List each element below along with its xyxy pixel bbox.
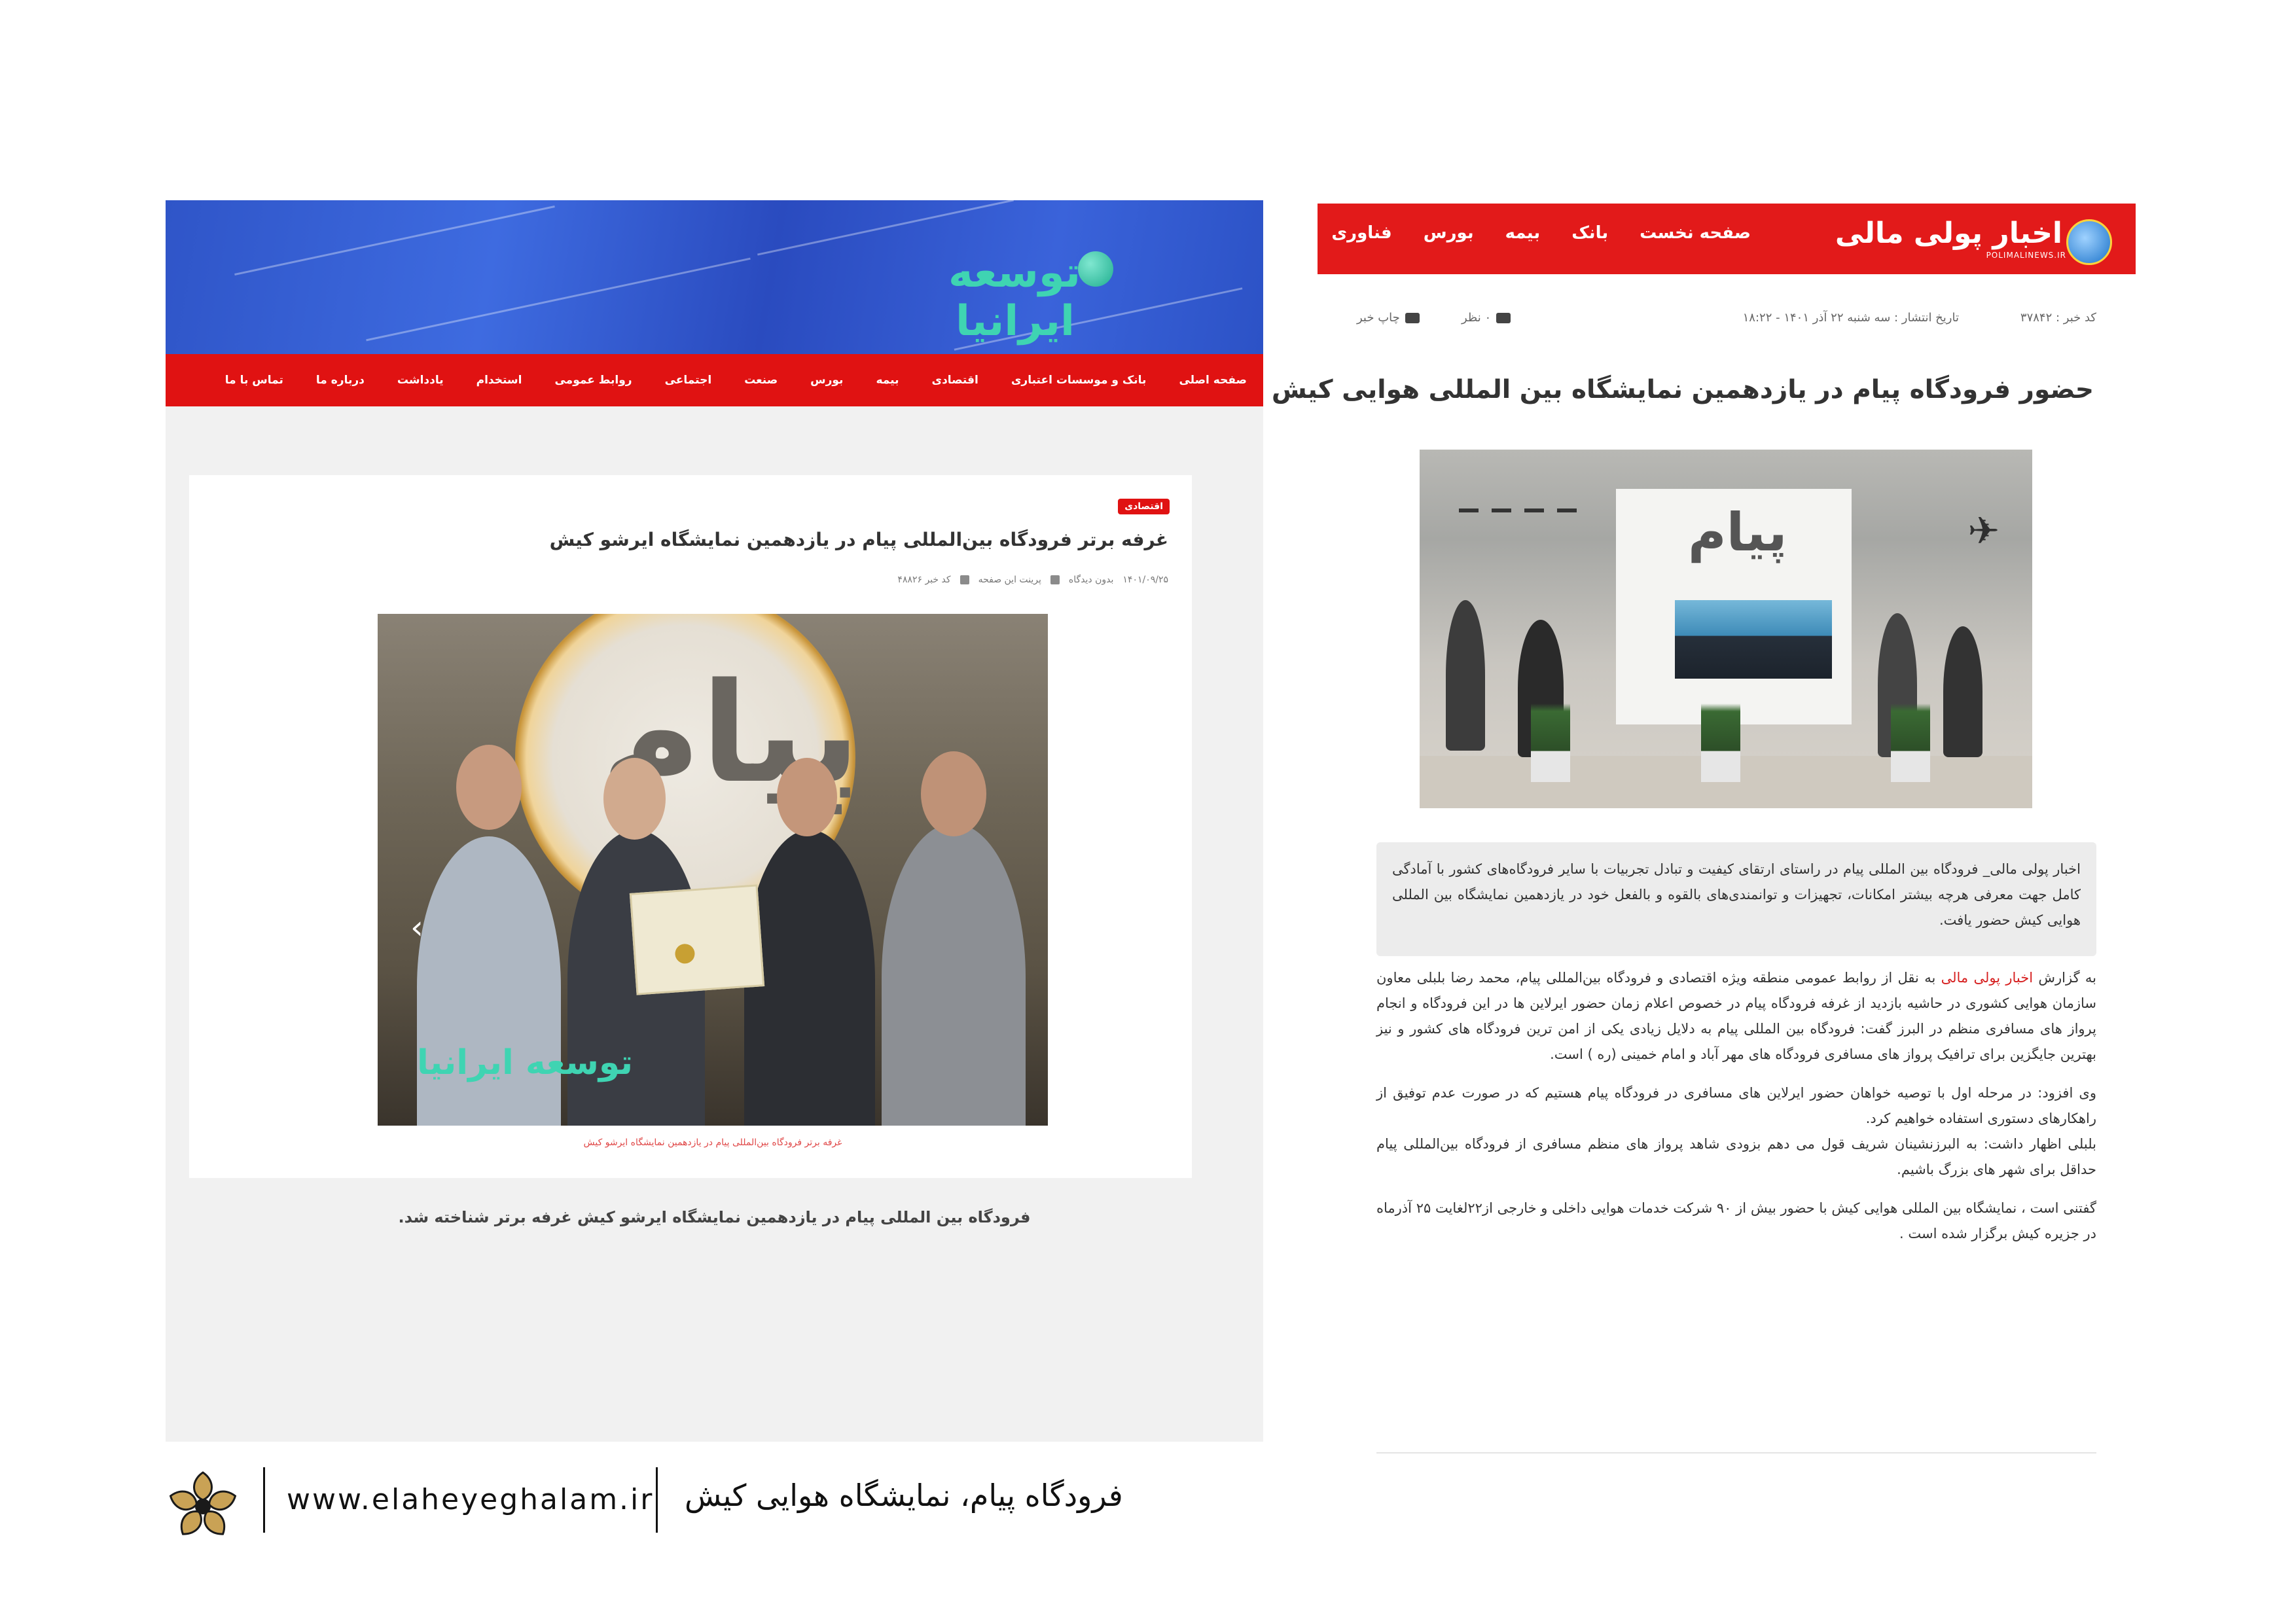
nav-item-home[interactable]: صفحه نخست: [1640, 223, 1751, 243]
gold-seal: [674, 943, 696, 965]
nav-item-technology[interactable]: فناوری: [1331, 223, 1391, 243]
plant-1: [1531, 704, 1570, 782]
nav-item-industry[interactable]: صنعت: [728, 374, 794, 387]
nav-item-social[interactable]: اجتماعی: [649, 374, 728, 387]
booth-structure: پیام: [1616, 489, 1852, 724]
publish-date: ۱۴۰۱/۰۹/۲۵: [1122, 575, 1168, 585]
article-body: به گزارش اخبار پولی مالی به نقل از روابط…: [1376, 965, 2096, 1260]
category-badge[interactable]: اقتصادی: [1118, 499, 1170, 514]
print-label: چاپ خبر: [1357, 311, 1400, 325]
person-1-head: [456, 745, 522, 830]
comments-count[interactable]: بدون دیدگاه: [1069, 575, 1113, 585]
article-meta: کد خبر : ۳۷۸۴۲ تاریخ انتشار : سه شنبه ۲۲…: [1357, 303, 2096, 336]
nav-item-economy[interactable]: اقتصادی: [915, 374, 994, 387]
photo-watermark: توسعه ایرانیا: [417, 1043, 634, 1082]
nav-item-insurance[interactable]: بیمه: [1505, 223, 1541, 243]
article-meta: ۱۴۰۱/۰۹/۲۵ بدون دیدگاه پرینت این صفحه کد…: [897, 575, 1168, 585]
code-icon: [960, 575, 969, 584]
site-logo[interactable]: توسعه ایرانیا: [948, 242, 1120, 346]
site-logo[interactable]: اخبار پولی مالی POLIMALINEWS.IR: [1835, 213, 2112, 265]
logo-text: اخبار پولی مالی: [1835, 217, 2062, 250]
body-text: به گزارش: [2038, 970, 2096, 986]
nav-item-bourse[interactable]: بورس: [1424, 223, 1474, 243]
main-nav: صفحه اصلی بانک و موسسات اعتباری اقتصادی …: [166, 354, 1263, 406]
body-paragraph-1: به گزارش اخبار پولی مالی به نقل از روابط…: [1376, 965, 2096, 1067]
right-news-clipping: اخبار پولی مالی POLIMALINEWS.IR صفحه نخس…: [1272, 204, 2136, 1467]
plant-2: [1701, 704, 1740, 782]
photo-caption: غرفه برتر فرودگاه بین‌المللی پیام در یاز…: [583, 1137, 842, 1148]
flower-logo-icon: [169, 1471, 237, 1535]
website-url[interactable]: www.elaheyeghalam.ir: [287, 1483, 654, 1516]
printer-icon: [1405, 312, 1420, 323]
globe-icon: [2066, 219, 2112, 265]
nav-item-bank[interactable]: بانک: [1571, 223, 1608, 243]
visitor-4: [1943, 626, 1982, 757]
article-photo[interactable]: پیام ‹ توسعه ایرانیا: [378, 614, 1048, 1126]
footer-separator: [263, 1467, 265, 1533]
payam-logo-mark: پیام: [1688, 502, 1787, 563]
comments-link[interactable]: ۰ نظر: [1462, 311, 1511, 325]
nav-item-jobs[interactable]: استخدام: [460, 374, 539, 387]
dashed-line-decoration: [1459, 508, 1577, 512]
comments-count: ۰ نظر: [1462, 311, 1492, 325]
article-lead: فرودگاه بین المللی پیام در یازدهمین نمای…: [398, 1208, 1031, 1226]
article-title: غرفه برتر فرودگاه بین‌المللی پیام در یاز…: [549, 529, 1168, 550]
nav-item-banks[interactable]: بانک و موسسات اعتباری: [995, 374, 1163, 387]
news-code: کد خبر ۴۸۸۲۶: [897, 575, 951, 585]
left-news-clipping: توسعه ایرانیا صفحه اصلی بانک و موسسات اع…: [166, 200, 1263, 1442]
site-banner: توسعه ایرانیا: [166, 200, 1263, 354]
logo-subtext: POLIMALINEWS.IR: [1986, 251, 2066, 260]
nav-item-notes[interactable]: یادداشت: [381, 374, 460, 387]
airplane-icon: ✈: [1967, 508, 2000, 553]
nav-item-pr[interactable]: روابط عمومی: [538, 374, 648, 387]
person-2-head: [603, 758, 666, 840]
print-link[interactable]: پرینت این صفحه: [978, 575, 1041, 585]
nav-item-contact[interactable]: تماس با ما: [209, 374, 300, 387]
source-link[interactable]: اخبار پولی مالی: [1941, 970, 2033, 986]
publish-date: تاریخ انتشار : سه شنبه ۲۲ آذر ۱۴۰۱ - ۱۸:…: [1742, 311, 1959, 325]
globe-icon: [1078, 251, 1113, 287]
person-4-head: [921, 751, 986, 836]
page-footer: www.elaheyeghalam.ir فرودگاه پیام، نمایش…: [164, 1461, 1145, 1535]
body-text: بلبلی اظهار داشت: به البرزنشینان شریف قو…: [1376, 1136, 2096, 1177]
main-nav: صفحه نخست بانک بیمه بورس فناوری: [1331, 223, 1751, 243]
nav-item-home[interactable]: صفحه اصلی: [1162, 374, 1263, 387]
article-lead: اخبار پولی مالی_ فرودگاه بین المللی پیام…: [1376, 842, 2096, 956]
plant-3: [1891, 704, 1930, 782]
article-title: حضور فرودگاه پیام در یازدهمین نمایشگاه ب…: [1271, 375, 2094, 404]
body-paragraph-3: گفتنی است ، نمایشگاه بین المللی هوایی کی…: [1376, 1200, 2096, 1241]
news-code: کد خبر : ۳۷۸۴۲: [2020, 311, 2096, 325]
nav-item-insurance[interactable]: بیمه: [859, 374, 915, 387]
truck-icon: [1496, 312, 1511, 323]
body-text: وی افزود: در مرحله اول با توصیه خواهان ح…: [1376, 1085, 2096, 1126]
footer-title: فرودگاه پیام، نمایشگاه هوایی کیش: [685, 1478, 1123, 1513]
nav-item-bourse[interactable]: بورس: [794, 374, 859, 387]
print-link[interactable]: چاپ خبر: [1357, 311, 1420, 325]
site-header: اخبار پولی مالی POLIMALINEWS.IR صفحه نخس…: [1318, 204, 2136, 274]
body-paragraph-2: وی افزود: در مرحله اول با توصیه خواهان ح…: [1376, 1080, 2096, 1183]
article-card: اقتصادی غرفه برتر فرودگاه بین‌المللی پیا…: [189, 475, 1192, 1178]
footer-separator: [656, 1467, 658, 1533]
person-4: [882, 823, 1026, 1126]
nav-item-about[interactable]: درباره ما: [300, 374, 381, 387]
person-3-head: [777, 758, 837, 836]
article-photo[interactable]: ✈ پیام: [1420, 450, 2032, 808]
certificate-frame: [629, 884, 765, 995]
logo-text: توسعه ایرانیا: [948, 249, 1081, 346]
print-icon[interactable]: [1050, 575, 1060, 584]
chevron-left-icon[interactable]: ‹: [410, 908, 423, 946]
cockpit-screen: [1675, 600, 1832, 679]
visitor-1: [1446, 600, 1485, 751]
divider: [1376, 1452, 2096, 1454]
